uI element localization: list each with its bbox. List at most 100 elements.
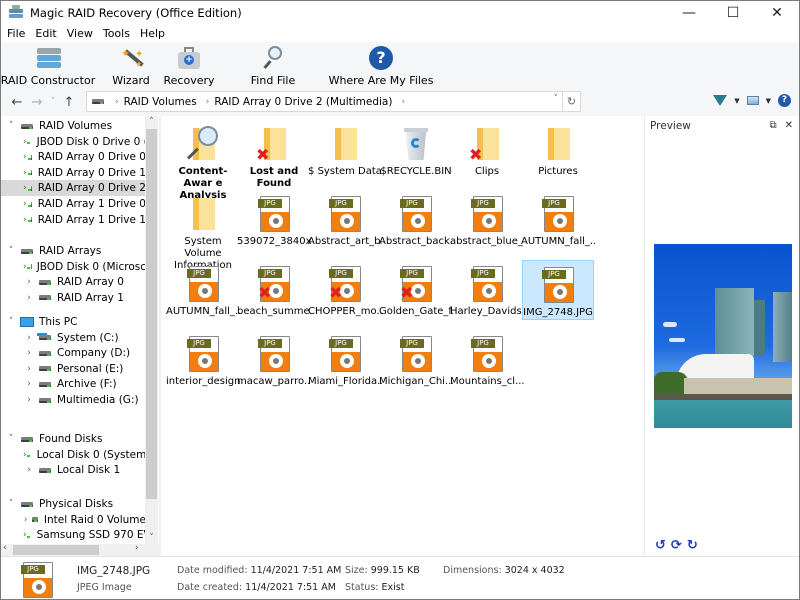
tree-item[interactable]: › JBOD Disk 0 Drive 0 ( (1, 134, 148, 150)
tree-item[interactable]: › Multimedia (G:) (1, 392, 146, 408)
tree-item[interactable]: › RAID Array 1 Drive 1 (1, 212, 146, 228)
scroll-right-arrow[interactable]: › (135, 543, 139, 553)
chevron-right-icon[interactable]: › (23, 199, 27, 209)
back-button[interactable]: ← (7, 95, 27, 110)
chevron-right-icon[interactable]: › (23, 348, 35, 358)
recovery-button[interactable]: + Recovery (164, 42, 215, 88)
tree-item[interactable]: › Intel Raid 0 Volume (1, 512, 146, 528)
scrollbar-thumb[interactable] (146, 129, 157, 499)
help-icon[interactable]: ? (778, 94, 791, 107)
menu-help[interactable]: Help (135, 27, 170, 40)
refresh-button[interactable]: ↻ (562, 92, 580, 111)
file-item[interactable]: JPG Michigan_Chi... (379, 330, 453, 388)
file-item[interactable]: JPG Mountains_cl... (450, 330, 524, 388)
file-item[interactable]: $RECYCLE.BIN (380, 120, 452, 178)
tree-item[interactable]: › Company (D:) (1, 345, 146, 361)
tree-item[interactable]: › RAID Array 0 Drive 2 (1, 180, 146, 197)
chevron-right-icon[interactable]: › (23, 333, 35, 343)
breadcrumb-raid-volumes[interactable]: RAID Volumes (124, 96, 197, 108)
filter-icon[interactable] (713, 95, 728, 106)
file-item[interactable]: JPG ✖ CHOPPER_mo... (308, 260, 382, 318)
up-button[interactable]: ↑ (59, 95, 79, 110)
file-item[interactable]: JPG macaw_parro... (237, 330, 311, 388)
scrollbar-thumb[interactable] (13, 545, 99, 555)
tree-item[interactable]: › RAID Array 1 (1, 290, 146, 306)
tree-group-this-pc[interactable]: ˅ This PC (5, 314, 150, 330)
where-are-my-files-button[interactable]: ? Where Are My Files (329, 42, 433, 88)
forward-button[interactable]: → (27, 95, 47, 110)
chevron-right-icon[interactable]: › (23, 183, 27, 193)
file-item[interactable]: JPG Miami_Florida... (308, 330, 382, 388)
tree-item[interactable]: › System (C:) (1, 330, 146, 346)
menu-edit[interactable]: Edit (30, 27, 61, 40)
tree-item[interactable]: › Local Disk 0 (System (1, 447, 146, 463)
breadcrumb-raid-array-0-drive-2[interactable]: RAID Array 0 Drive 2 (Multimedia) (214, 96, 392, 108)
file-item[interactable]: JPG IMG_2748.JPG (522, 260, 594, 320)
tree-group-raid-volumes[interactable]: ˅ RAID Volumes (5, 118, 150, 134)
undock-icon[interactable]: ⧉ (769, 120, 776, 131)
file-item[interactable]: JPG AUTUMN_fall_... (521, 190, 595, 248)
chevron-right-icon[interactable]: › (23, 465, 35, 475)
tree-group-physical-disks[interactable]: ˅ Physical Disks (5, 496, 150, 512)
scroll-down-arrow[interactable]: ˅ (145, 533, 158, 543)
file-item[interactable]: JPG Harley_Davids... (450, 260, 524, 318)
history-dropdown[interactable]: ˅ (47, 97, 59, 107)
tree-item[interactable]: › RAID Array 0 Drive 1 (1, 165, 146, 181)
tree-item[interactable]: › RAID Array 0 Drive 0 (1, 149, 146, 165)
chevron-down-icon[interactable]: ˅ (5, 499, 17, 509)
view-mode-icon[interactable] (746, 96, 759, 105)
file-item[interactable]: JPG abstract_blue_... (450, 190, 524, 248)
menu-tools[interactable]: Tools (98, 27, 135, 40)
file-item[interactable]: JPG Abstract_back... (379, 190, 453, 248)
preview-close-icon[interactable]: ✕ (785, 120, 793, 131)
file-item[interactable]: Pictures (522, 120, 594, 178)
raid-constructor-button[interactable]: RAID Constructor (1, 42, 95, 88)
scroll-up-arrow[interactable]: ˄ (145, 117, 158, 127)
menu-file[interactable]: File (1, 27, 30, 40)
chevron-right-icon[interactable]: › (23, 152, 27, 162)
menu-view[interactable]: View (62, 27, 98, 40)
wizard-button[interactable]: ✦ ✦ ✦ Wizard (111, 42, 151, 88)
chevron-down-icon[interactable]: ˅ (5, 246, 17, 256)
chevron-right-icon[interactable]: › (23, 364, 35, 374)
scroll-left-arrow[interactable]: ‹ (3, 543, 7, 553)
tree-item[interactable]: › Local Disk 1 (1, 462, 146, 478)
tree-vertical-scrollbar[interactable]: ˄ ˅ (145, 116, 158, 544)
chevron-right-icon[interactable]: › (23, 277, 35, 287)
tree-group-found-disks[interactable]: ˅ Found Disks (5, 431, 150, 447)
chevron-down-icon[interactable]: ˅ (5, 434, 17, 444)
tree-item[interactable]: › RAID Array 0 (1, 274, 146, 290)
file-item[interactable]: ✖ Clips (451, 120, 523, 178)
chevron-down-icon[interactable]: ˅ (5, 121, 17, 131)
rotate-left-icon[interactable]: ↺ (655, 538, 666, 553)
file-item[interactable]: JPG Abstract_art_b... (308, 190, 382, 248)
address-bar[interactable]: › RAID Volumes › RAID Array 0 Drive 2 (M… (86, 91, 581, 112)
tree-item[interactable]: › Personal (E:) (1, 361, 146, 377)
minimize-button[interactable]: — (667, 1, 711, 25)
tree-item[interactable]: › Samsung SSD 970 EV (1, 527, 151, 543)
chevron-right-icon[interactable]: › (23, 215, 27, 225)
chevron-right-icon[interactable]: › (23, 379, 35, 389)
find-file-button[interactable]: Find File (251, 42, 295, 88)
tree-item[interactable]: › RAID Array 1 Drive 0 (1, 196, 146, 212)
chevron-right-icon[interactable]: › (23, 168, 27, 178)
file-item[interactable]: JPG AUTUMN_fall_... (166, 260, 240, 318)
address-dropdown[interactable]: ˅ (554, 94, 559, 104)
file-item[interactable]: JPG 539072_3840x... (237, 190, 311, 248)
chevron-right-icon[interactable]: › (23, 515, 28, 525)
tree-group-raid-arrays[interactable]: ˅ RAID Arrays (5, 243, 150, 259)
file-item[interactable]: JPG interior_design... (166, 330, 240, 388)
chevron-right-icon[interactable]: › (23, 293, 35, 303)
file-item[interactable]: ✖ Lost and Found (238, 120, 310, 190)
rotate-right-icon[interactable]: ↻ (687, 538, 698, 553)
file-item[interactable]: JPG ✖ Golden_Gate_f... (379, 260, 453, 318)
chevron-right-icon[interactable]: › (23, 395, 35, 405)
tree-horizontal-scrollbar[interactable]: ‹ › (1, 543, 159, 556)
tree-item[interactable]: › Archive (F:) (1, 376, 146, 392)
flip-icon[interactable]: ⟳ (671, 538, 682, 553)
maximize-button[interactable]: ☐ (711, 1, 755, 25)
file-item[interactable]: JPG ✖ beach_summe... (237, 260, 311, 318)
tree-item[interactable]: › JBOD Disk 0 (Microsc (1, 259, 146, 275)
close-button[interactable]: ✕ (755, 1, 799, 25)
chevron-down-icon[interactable]: ˅ (5, 317, 17, 327)
